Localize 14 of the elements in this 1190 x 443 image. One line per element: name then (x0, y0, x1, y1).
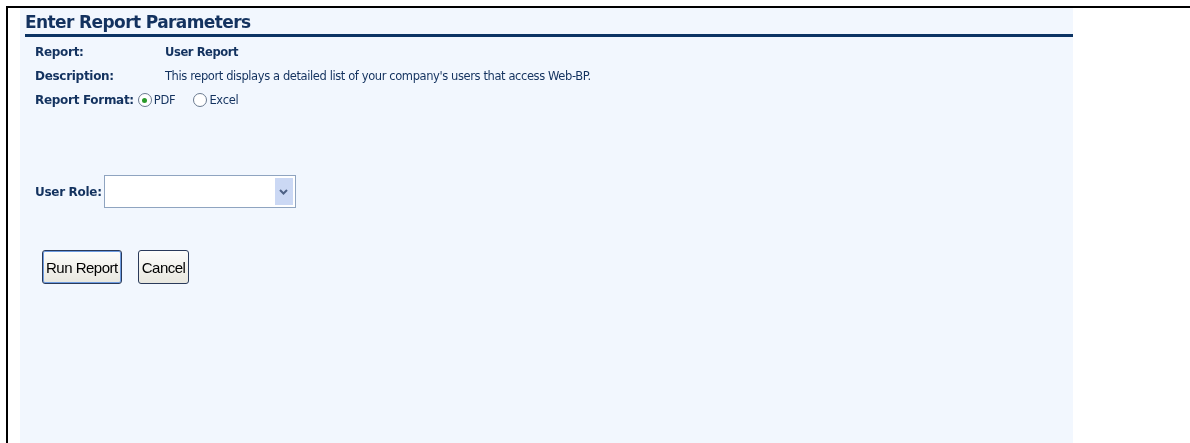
radio-button[interactable] (137, 93, 152, 107)
field-label: Description: (35, 69, 115, 83)
action-button[interactable]: Run Report (42, 250, 122, 284)
field-label: Report: (35, 45, 85, 59)
radio-button[interactable] (193, 93, 208, 107)
radio-label: Excel (209, 93, 239, 107)
field-value: This report displays a detailed list of your company's users that access Web-BP. (165, 69, 591, 83)
panel-title: Enter Report Parameters (25, 12, 1073, 37)
radio-label: PDF (153, 93, 176, 107)
field-label: Report Format: (35, 93, 134, 107)
field-value: User Report (165, 45, 239, 59)
field-label: User Role: (35, 184, 102, 199)
action-button[interactable]: Cancel (137, 250, 190, 284)
user-role-dropdown[interactable] (103, 175, 296, 208)
